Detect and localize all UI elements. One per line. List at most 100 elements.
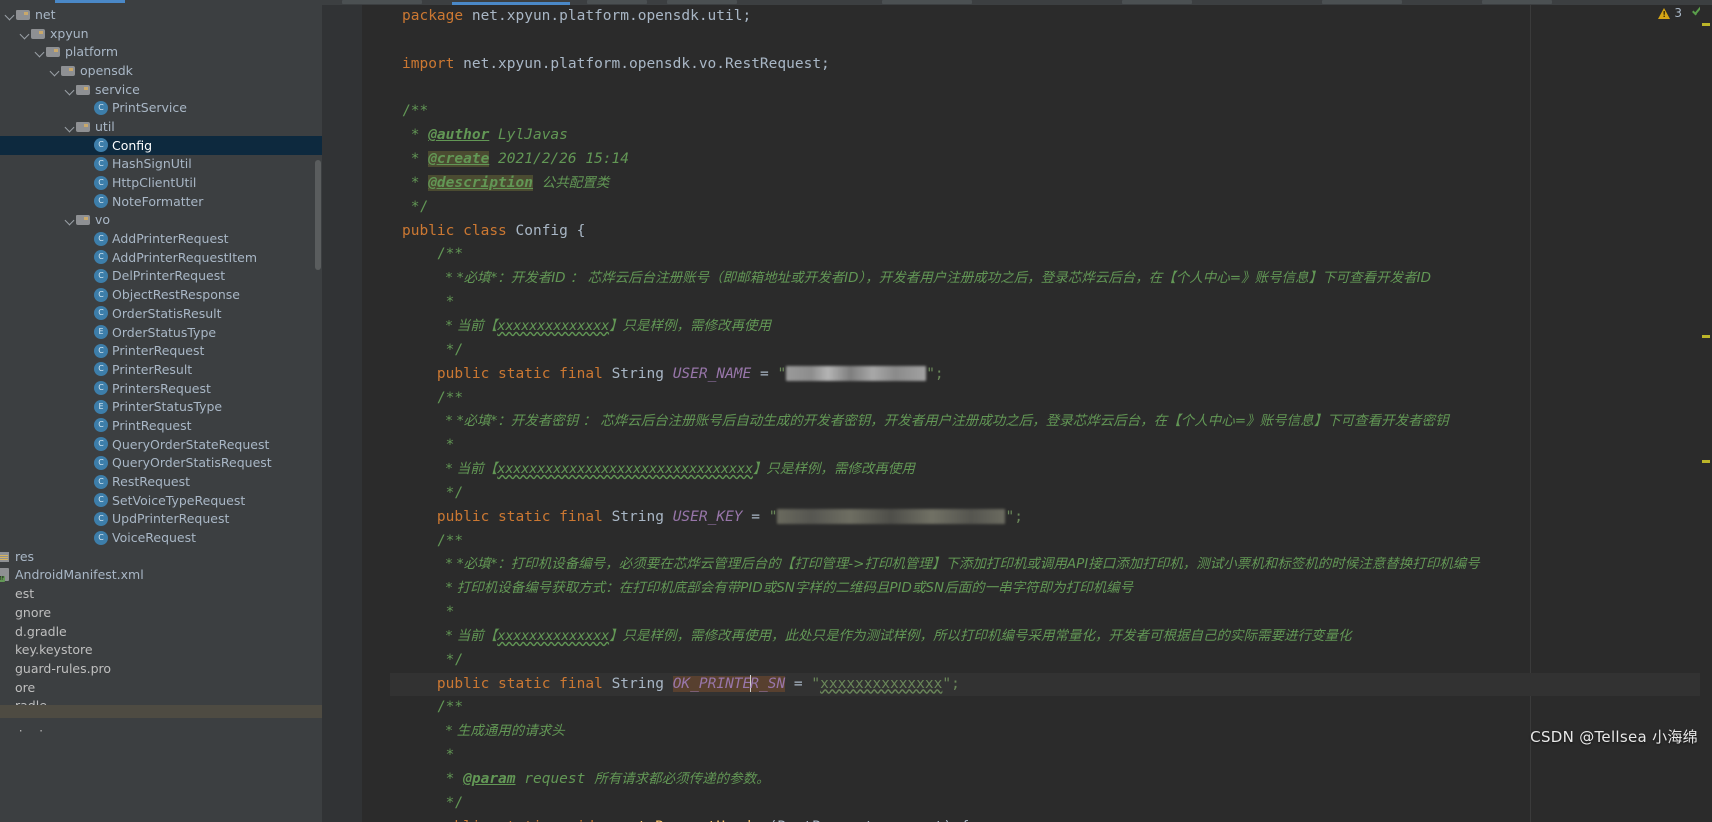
code-line-17[interactable]: 17 /** [390,387,1712,411]
code-line-6[interactable]: 6 * @author LylJavas [390,124,1712,148]
tree-item-queryorderstaterequest[interactable]: C QueryOrderStateRequest [0,435,322,454]
code-line-31[interactable]: 31 * 生成通用的请求头 [390,720,1712,744]
tree-item-orderstatustype[interactable]: E OrderStatusType [0,323,322,342]
code-line-1[interactable]: 1package net.xpyun.platform.opensdk.util… [390,5,1712,29]
code-line-18[interactable]: 18 * *必填*：开发者密钥 ： 芯烨云后台注册账号后自动生成的开发者密钥，开… [390,410,1712,434]
tree-item-printrequest[interactable]: C PrintRequest [0,416,322,435]
tree-item-res[interactable]: res [0,547,322,566]
code-folding-gutter[interactable] [362,5,390,822]
tree-item-printerstatustype[interactable]: E PrinterStatusType [0,397,322,416]
tree-item-net[interactable]: net [0,5,322,24]
editor-tab[interactable] [342,0,422,4]
tree-item-addprinterrequest[interactable]: C AddPrinterRequest [0,229,322,248]
code-editor[interactable]: 3 1package net.xpyun.platform.opensdk.ut… [322,0,1712,822]
tree-item-guard-rules-pro[interactable]: guard-rules.pro [0,659,322,678]
tree-item-queryorderstatisrequest[interactable]: C QueryOrderStatisRequest [0,454,322,473]
stripe-marker[interactable] [1702,23,1710,26]
editor-tab[interactable] [1122,0,1192,4]
editor-tab[interactable] [1322,0,1402,4]
code-line-24[interactable]: 24 * *必填*：打印机设备编号，必须要在芯烨云管理后台的【打印管理->打印机… [390,553,1712,577]
tree-item-objectrestresponse[interactable]: C ObjectRestResponse [0,285,322,304]
tree-item-orderstatisresult[interactable]: C OrderStatisResult [0,304,322,323]
tree-item-key-keystore[interactable]: key.keystore [0,640,322,659]
code-line-9[interactable]: 9 */ [390,196,1712,220]
tree-item-platform[interactable]: platform [0,42,322,61]
code-line-5[interactable]: 5/** [390,100,1712,124]
code-line-25[interactable]: 25 * 打印机设备编号获取方式：在打印机底部会有带PID或SN字样的二维码且P… [390,577,1712,601]
project-tree-pane[interactable]: net xpyun platform opensdk service C PrintServ… [0,0,322,822]
code-line-27[interactable]: 27 * 当前【xxxxxxxxxxxxxx】只是样例，需修改再使用，此处只是作… [390,625,1712,649]
code-line-33[interactable]: 33 * @param request 所有请求都必须传递的参数。 [390,768,1712,792]
editor-tab[interactable] [587,0,647,4]
tree-item-delprinterrequest[interactable]: C DelPrinterRequest [0,267,322,286]
code-line-20[interactable]: 20 * 当前【xxxxxxxxxxxxxxxxxxxxxxxxxxxxxxxx… [390,458,1712,482]
editor-tab[interactable] [1482,0,1552,4]
tree-item-d-gradle[interactable]: d.gradle [0,622,322,641]
code-line-14[interactable]: 14 * 当前【xxxxxxxxxxxxxx】只是样例，需修改再使用 [390,315,1712,339]
tree-item-service[interactable]: service [0,80,322,99]
code-line-28[interactable]: 28 */ [390,649,1712,673]
chevron-down-icon[interactable] [34,46,45,57]
tree-item-opensdk[interactable]: opensdk [0,61,322,80]
error-stripe-marker-bar[interactable] [1700,5,1712,822]
tree-item-noteformatter[interactable]: C NoteFormatter [0,192,322,211]
code-line-21[interactable]: 21 */ [390,482,1712,506]
tree-item-ore[interactable]: ore [0,678,322,697]
tree-item-restrequest[interactable]: C RestRequest [0,472,322,491]
tree-item-xpyun[interactable]: xpyun [0,24,322,43]
chevron-down-icon[interactable] [19,28,30,39]
code-line-3[interactable]: 3import net.xpyun.platform.opensdk.vo.Re… [390,53,1712,77]
tree-item-voicerequest[interactable]: C VoiceRequest [0,528,322,547]
code-line-13[interactable]: 13 * [390,291,1712,315]
code-content[interactable]: 1package net.xpyun.platform.opensdk.util… [390,5,1712,822]
chevron-down-icon[interactable] [64,121,75,132]
project-tree-list[interactable]: net xpyun platform opensdk service C PrintServ… [0,5,322,734]
code-line-23[interactable]: 23 /** [390,530,1712,554]
stripe-marker[interactable] [1702,460,1710,463]
code-line-10[interactable]: 10public class Config { [390,220,1712,244]
code-line-32[interactable]: 32 * [390,744,1712,768]
code-line-8[interactable]: 8 * @description 公共配置类 [390,172,1712,196]
code-line-30[interactable]: 30 /** [390,696,1712,720]
tree-item-printerrequest[interactable]: C PrinterRequest [0,341,322,360]
code-line-29[interactable]: 29 public static final String OK_PRINTER… [390,672,1712,697]
chevron-down-icon[interactable] [64,214,75,225]
tree-horizontal-scrollbar[interactable] [0,705,322,718]
code-line-34[interactable]: 34 */ [390,792,1712,816]
code-line-35[interactable]: 35@ public static void createRequestHead… [390,816,1712,822]
tree-item-httpclientutil[interactable]: C HttpClientUtil [0,173,322,192]
tree-item-hashsignutil[interactable]: C HashSignUtil [0,155,322,174]
code-line-12[interactable]: 12 * *必填*：开发者ID ： 芯烨云后台注册账号（即邮箱地址或开发者ID）… [390,267,1712,291]
code-line-22[interactable]: 22 public static final String USER_KEY =… [390,506,1712,530]
tree-item-est[interactable]: est [0,584,322,603]
tree-item-printerresult[interactable]: C PrinterResult [0,360,322,379]
code-line-26[interactable]: 26 * [390,601,1712,625]
tree-item-config[interactable]: C Config [0,135,322,155]
code-line-16[interactable]: 16 public static final String USER_NAME … [390,363,1712,387]
code-line-7[interactable]: 7 * @create 2021/2/26 15:14 [390,148,1712,172]
code-line-4[interactable]: 4 [390,77,1712,101]
tree-item-setvoicetyperequest[interactable]: C SetVoiceTypeRequest [0,491,322,510]
tree-item-printersrequest[interactable]: C PrintersRequest [0,379,322,398]
java-class-icon: C [94,268,108,283]
tree-vertical-scrollbar[interactable] [315,160,321,270]
editor-tab[interactable] [882,0,972,4]
chevron-down-icon[interactable] [49,65,60,76]
stripe-marker[interactable] [1702,335,1710,338]
code-line-15[interactable]: 15 */ [390,339,1712,363]
chevron-down-icon[interactable] [64,84,75,95]
editor-tab[interactable] [667,0,737,4]
tree-item-label: key.keystore [15,642,93,658]
chevron-down-icon[interactable] [4,9,15,20]
tree-item-gnore[interactable]: gnore [0,603,322,622]
code-line-19[interactable]: 19 * [390,434,1712,458]
tree-item-util[interactable]: util [0,117,322,136]
code-line-11[interactable]: 11 /** [390,243,1712,267]
code-line-2[interactable]: 2 [390,29,1712,53]
tree-item-androidmanifest-xml[interactable]: AndroidManifest.xml [0,566,322,585]
tree-item-updprinterrequest[interactable]: C UpdPrinterRequest [0,510,322,529]
tree-item-addprinterrequestitem[interactable]: C AddPrinterRequestItem [0,248,322,267]
tree-item-printservice[interactable]: C PrintService [0,98,322,117]
tree-item-vo[interactable]: vo [0,211,322,230]
code-text: /** [436,532,464,549]
